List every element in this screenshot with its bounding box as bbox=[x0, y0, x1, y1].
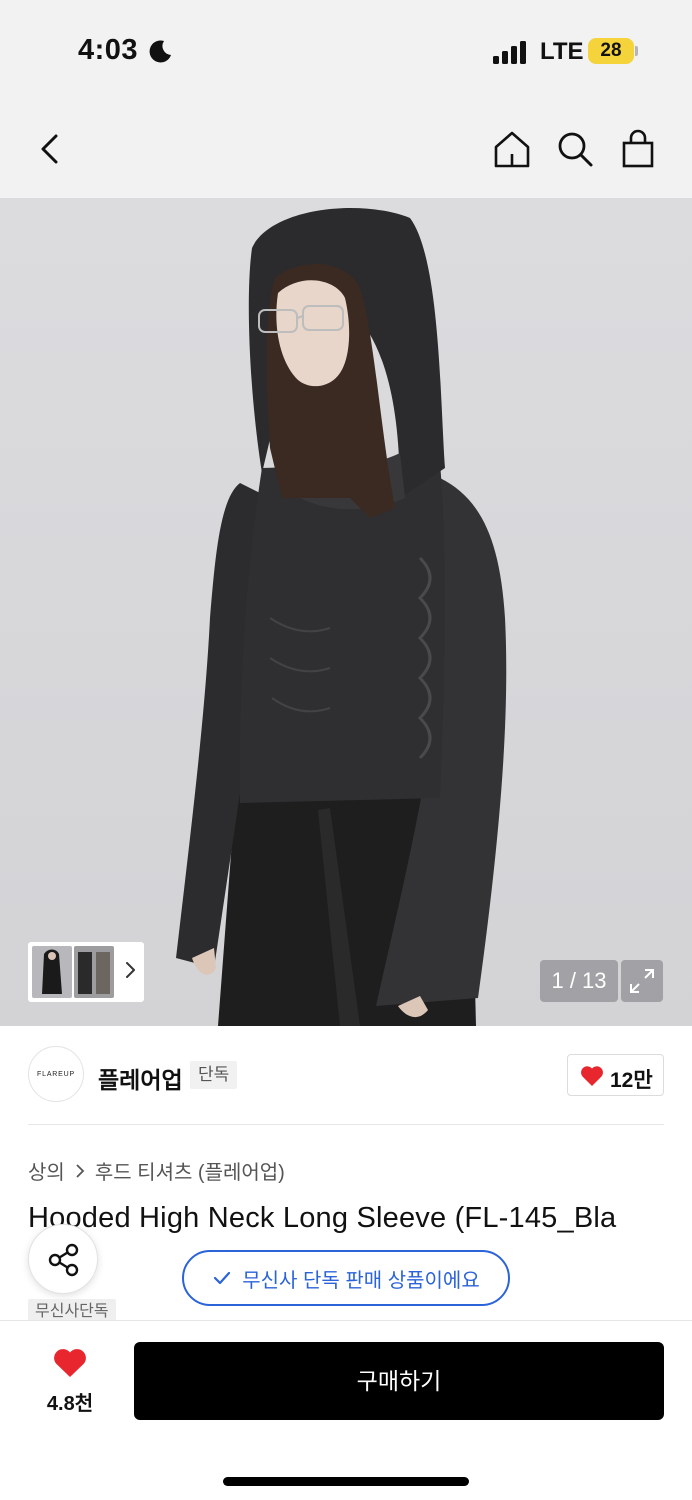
search-icon[interactable] bbox=[554, 128, 596, 170]
brand-name[interactable]: 플레어업 bbox=[98, 1061, 183, 1095]
status-time: 4:03 bbox=[78, 34, 139, 66]
product-photo bbox=[176, 208, 507, 1026]
home-indicator[interactable] bbox=[223, 1477, 469, 1486]
moon-icon bbox=[149, 40, 171, 63]
breadcrumb-subcategory[interactable]: 후드 티셔츠 (플레어업) bbox=[95, 1156, 285, 1185]
brand-like-button[interactable]: 12만 bbox=[567, 1054, 664, 1096]
breadcrumb: 상의 후드 티셔츠 (플레어업) bbox=[28, 1156, 285, 1185]
share-button[interactable] bbox=[28, 1224, 98, 1294]
wishlist-heart-icon[interactable] bbox=[52, 1347, 88, 1379]
buy-button[interactable]: 구매하기 bbox=[134, 1342, 664, 1420]
status-bar: 4:03 LTE 28 bbox=[0, 0, 692, 100]
chevron-right-icon[interactable] bbox=[124, 960, 136, 980]
battery-level: 28 bbox=[588, 38, 634, 64]
network-type: LTE bbox=[540, 38, 584, 65]
exclusive-tag: 단독 bbox=[190, 1061, 238, 1089]
wishlist-count: 4.8천 bbox=[46, 1393, 94, 1415]
expand-icon[interactable] bbox=[621, 960, 663, 1002]
thumbnail-strip[interactable] bbox=[28, 942, 144, 1002]
divider bbox=[28, 1124, 664, 1125]
share-icon bbox=[48, 1243, 79, 1277]
checkmark-icon bbox=[214, 1271, 231, 1285]
thumbnail-1[interactable] bbox=[32, 946, 72, 998]
exclusive-notice-text: 무신사 단독 판매 상품이에요 bbox=[242, 1269, 480, 1292]
product-title: Hooded High Neck Long Sleeve (FL-145_Bla bbox=[28, 1202, 617, 1234]
signal-strength-icon bbox=[493, 40, 529, 64]
thumbnail-2[interactable] bbox=[74, 946, 114, 998]
bottom-action-bar: 4.8천 구매하기 bbox=[0, 1320, 692, 1500]
back-arrow-icon[interactable] bbox=[28, 128, 70, 170]
exclusive-notice-banner[interactable]: 무신사 단독 판매 상품이에요 bbox=[182, 1250, 510, 1306]
image-page-counter: 1 / 13 bbox=[540, 960, 618, 1002]
brand-logo[interactable]: FLAREUP bbox=[28, 1046, 84, 1102]
shopping-bag-icon[interactable] bbox=[617, 128, 659, 170]
product-image-gallery[interactable]: 1 / 13 bbox=[0, 198, 692, 1026]
brand-like-count: 12만 bbox=[610, 1069, 653, 1092]
home-icon[interactable] bbox=[491, 128, 533, 170]
chevron-right-icon bbox=[76, 1163, 85, 1178]
nav-bar bbox=[0, 100, 692, 198]
heart-icon bbox=[581, 1066, 603, 1086]
battery-tip bbox=[635, 46, 638, 56]
breadcrumb-category[interactable]: 상의 bbox=[28, 1156, 65, 1185]
